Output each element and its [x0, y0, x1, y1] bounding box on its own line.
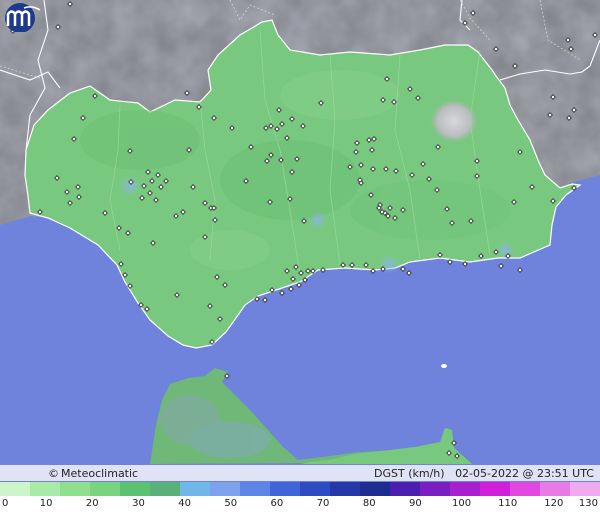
- map-info-bar: © Meteoclimatic DGST (km/h) 02-05-2022 @…: [0, 465, 600, 481]
- legend-swatch: [90, 482, 120, 496]
- legend-tick-label: 70: [316, 498, 330, 509]
- legend-tick-label: 20: [85, 498, 99, 509]
- legend-swatch: [390, 482, 420, 496]
- variable-label: DGST (km/h): [374, 466, 445, 480]
- map-canvas: [0, 0, 600, 517]
- legend-swatch: [360, 482, 390, 496]
- legend-swatch: [180, 482, 210, 496]
- legend-swatch: [30, 482, 60, 496]
- color-legend: 0 10 20 30 40 50 60 70 80 90 100 110 120 130: [0, 482, 600, 517]
- legend-swatch: [240, 482, 270, 496]
- brand-credit: © Meteoclimatic: [48, 467, 138, 480]
- legend-swatch: [420, 482, 450, 496]
- legend-swatch: [60, 482, 90, 496]
- map-timestamp: 02-05-2022 @ 23:51 UTC: [455, 466, 594, 480]
- legend-swatch: [120, 482, 150, 496]
- variable-and-time: DGST (km/h) 02-05-2022 @ 23:51 UTC: [374, 467, 594, 480]
- legend-swatch: [570, 482, 600, 496]
- legend-swatch: [270, 482, 300, 496]
- legend-swatch: [150, 482, 180, 496]
- legend-swatch: [540, 482, 570, 496]
- sierra-nevada-high-terrain: [430, 99, 478, 143]
- copyright-icon: ©: [48, 466, 59, 480]
- legend-ticks: 0 10 20 30 40 50 60 70 80 90 100 110 120 130: [0, 498, 600, 514]
- legend-tick-label: 130: [578, 498, 598, 509]
- weather-map: © Meteoclimatic DGST (km/h) 02-05-2022 @…: [0, 0, 600, 517]
- legend-tick-label: 100: [451, 498, 472, 509]
- legend-swatch: [480, 482, 510, 496]
- meteoclimatic-logo-icon: [5, 3, 41, 32]
- legend-swatch: [0, 482, 30, 496]
- legend-tick-label: 10: [39, 498, 53, 509]
- brand-name: Meteoclimatic: [61, 466, 139, 480]
- legend-tick-label: 50: [224, 498, 238, 509]
- legend-swatch: [300, 482, 330, 496]
- legend-swatch: [510, 482, 540, 496]
- alboran-island: [441, 364, 447, 368]
- legend-swatch: [330, 482, 360, 496]
- legend-tick-label: 80: [362, 498, 376, 509]
- legend-swatch: [450, 482, 480, 496]
- legend-tick-label: 0: [2, 498, 9, 509]
- legend-tick-label: 30: [132, 498, 145, 509]
- legend-swatch: [210, 482, 240, 496]
- legend-tick-label: 110: [498, 498, 518, 509]
- legend-tick-label: 120: [544, 498, 564, 509]
- legend-tick-label: 60: [270, 498, 284, 509]
- legend-tick-label: 40: [178, 498, 191, 509]
- legend-color-bar: [0, 482, 600, 496]
- legend-tick-label: 90: [409, 498, 422, 509]
